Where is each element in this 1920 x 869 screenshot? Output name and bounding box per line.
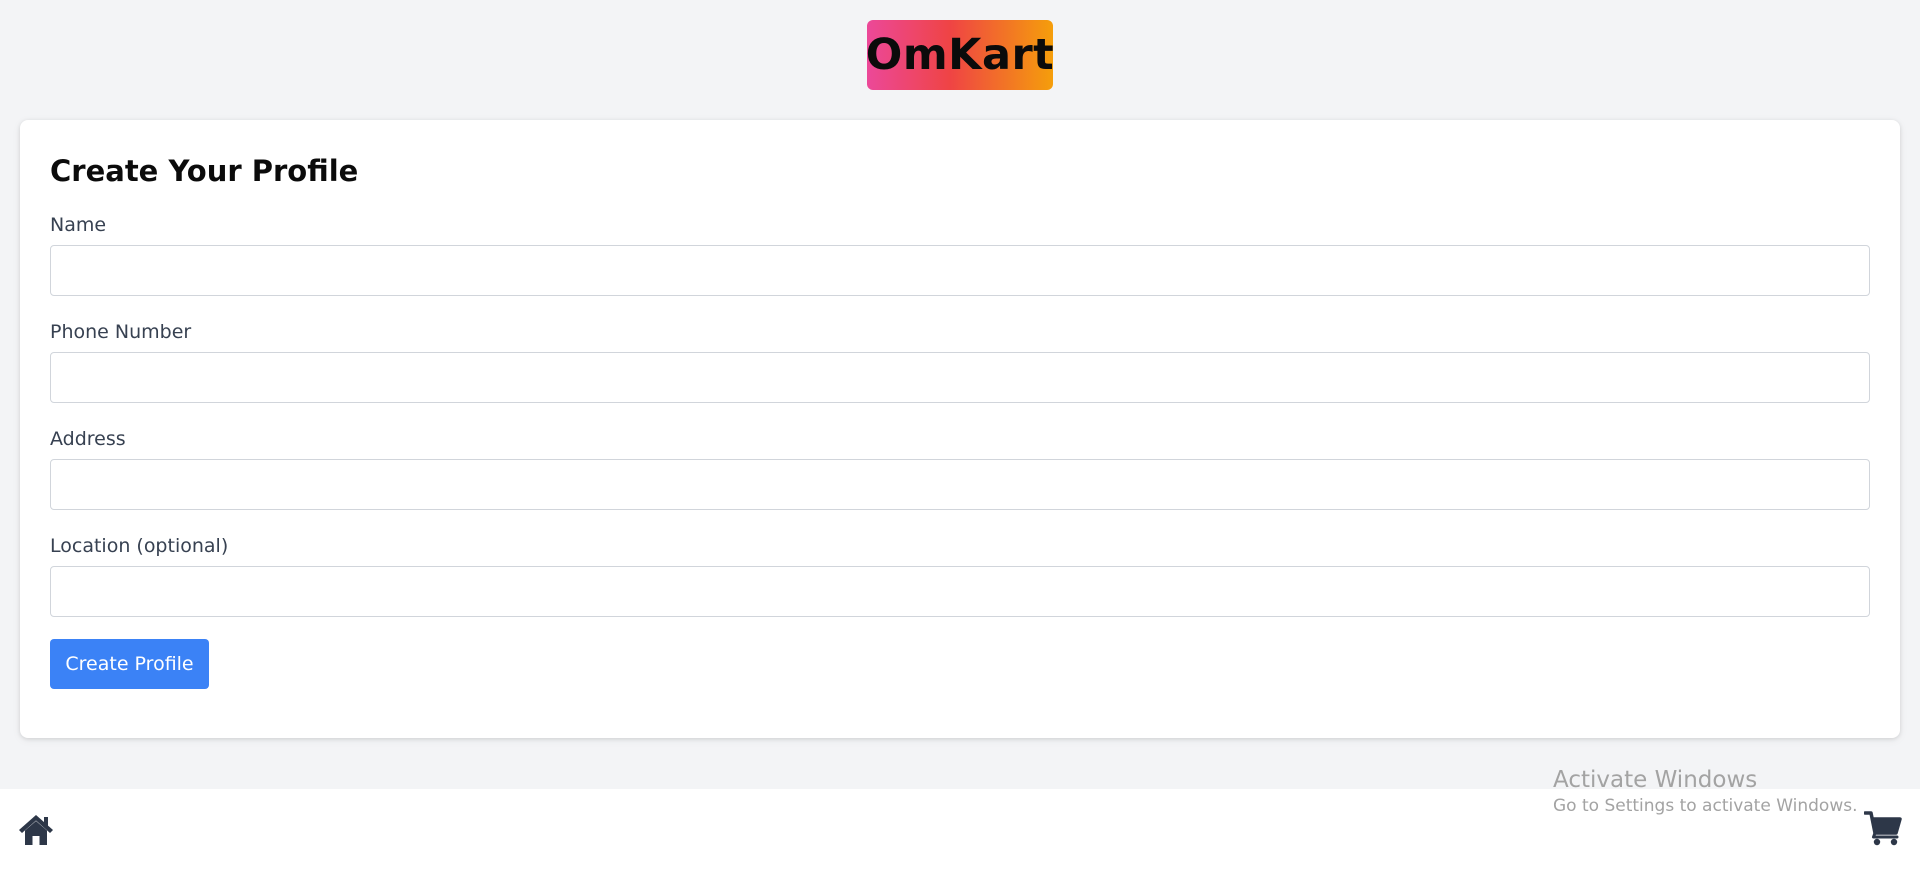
home-icon (19, 815, 53, 845)
name-input[interactable] (50, 245, 1870, 296)
header: OmKart (0, 20, 1920, 90)
watermark-title: Activate Windows (1553, 767, 1758, 793)
location-input[interactable] (50, 566, 1870, 617)
watermark-subtitle: Go to Settings to activate Windows. (1553, 796, 1858, 816)
phone-number-input[interactable] (50, 352, 1870, 403)
omkart-logo[interactable]: OmKart (866, 20, 1054, 90)
page-title: Create Your Profile (50, 154, 359, 188)
location-label: Location (optional) (50, 535, 229, 557)
create-profile-card: Create Your Profile Name Phone Number Ad… (20, 120, 1900, 738)
create-profile-button[interactable]: Create Profile (50, 639, 209, 689)
home-button[interactable] (18, 813, 54, 847)
address-input[interactable] (50, 459, 1870, 510)
activation-watermark: Activate Windows Go to Settings to activ… (1553, 765, 1858, 817)
name-label: Name (50, 214, 107, 236)
phone-number-label: Phone Number (50, 321, 192, 343)
cart-button[interactable] (1863, 811, 1902, 847)
cart-icon (1863, 811, 1902, 846)
address-label: Address (50, 428, 126, 450)
